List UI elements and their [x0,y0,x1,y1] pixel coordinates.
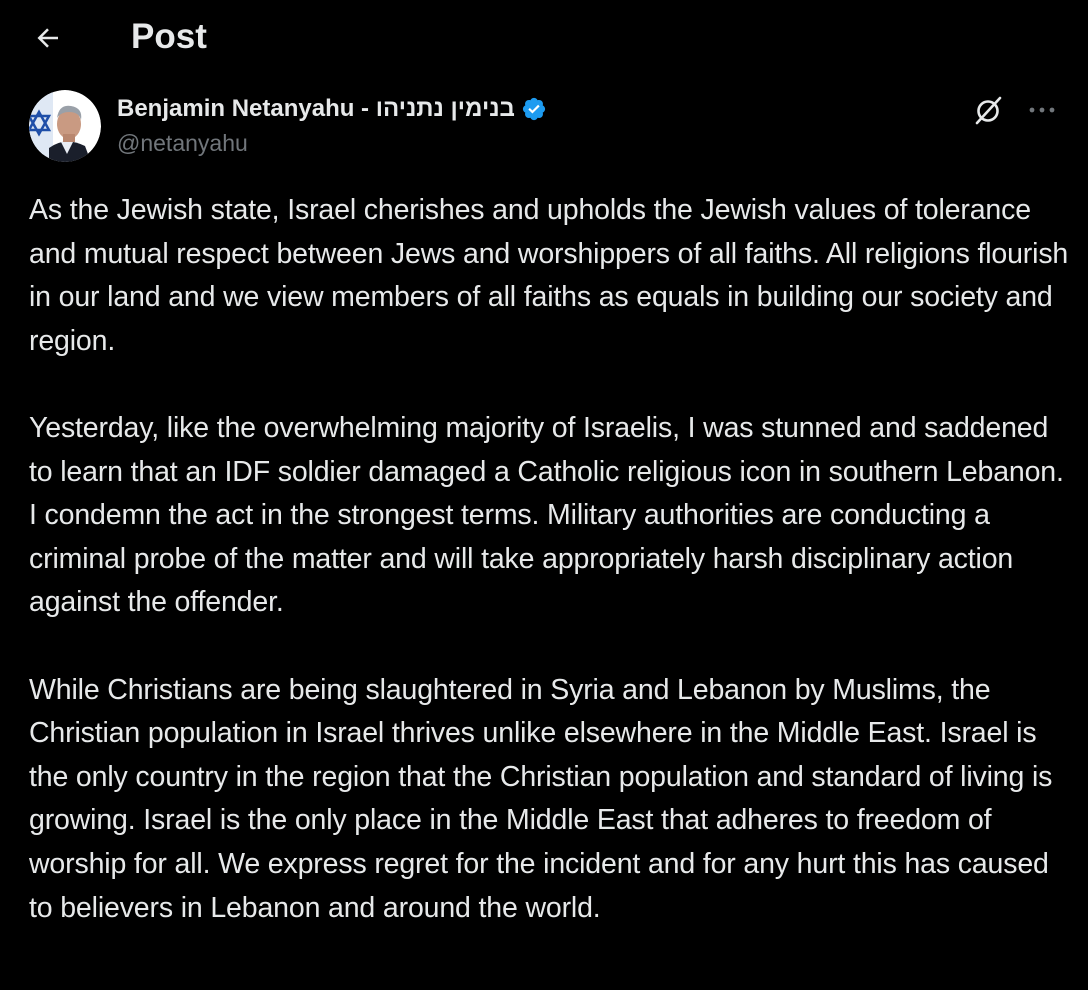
grok-button[interactable] [969,90,1009,130]
verified-badge-icon [521,96,547,122]
more-options-button[interactable] [1022,92,1062,128]
page-title: Post [131,17,207,56]
grok-icon [972,93,1006,127]
post-text: As the Jewish state, Israel cherishes an… [29,189,1069,930]
back-button[interactable] [28,18,68,58]
arrow-left-icon [33,23,63,53]
post-header: Post [0,0,1088,76]
more-horizontal-icon [1028,105,1056,115]
post-paragraph-3: While Christians are being slaughtered i… [29,673,1053,924]
post-paragraph-1: As the Jewish state, Israel cherishes an… [29,194,1069,357]
author-display-name[interactable]: Benjamin Netanyahu - בנימין נתניהו [117,95,515,123]
post-paragraph-2: Yesterday, like the overwhelming majorit… [29,411,1064,619]
author-handle[interactable]: @netanyahu [117,130,248,157]
user-avatar[interactable] [29,90,101,162]
post-author-row: Benjamin Netanyahu - בנימין נתניהו @neta… [0,86,1088,166]
